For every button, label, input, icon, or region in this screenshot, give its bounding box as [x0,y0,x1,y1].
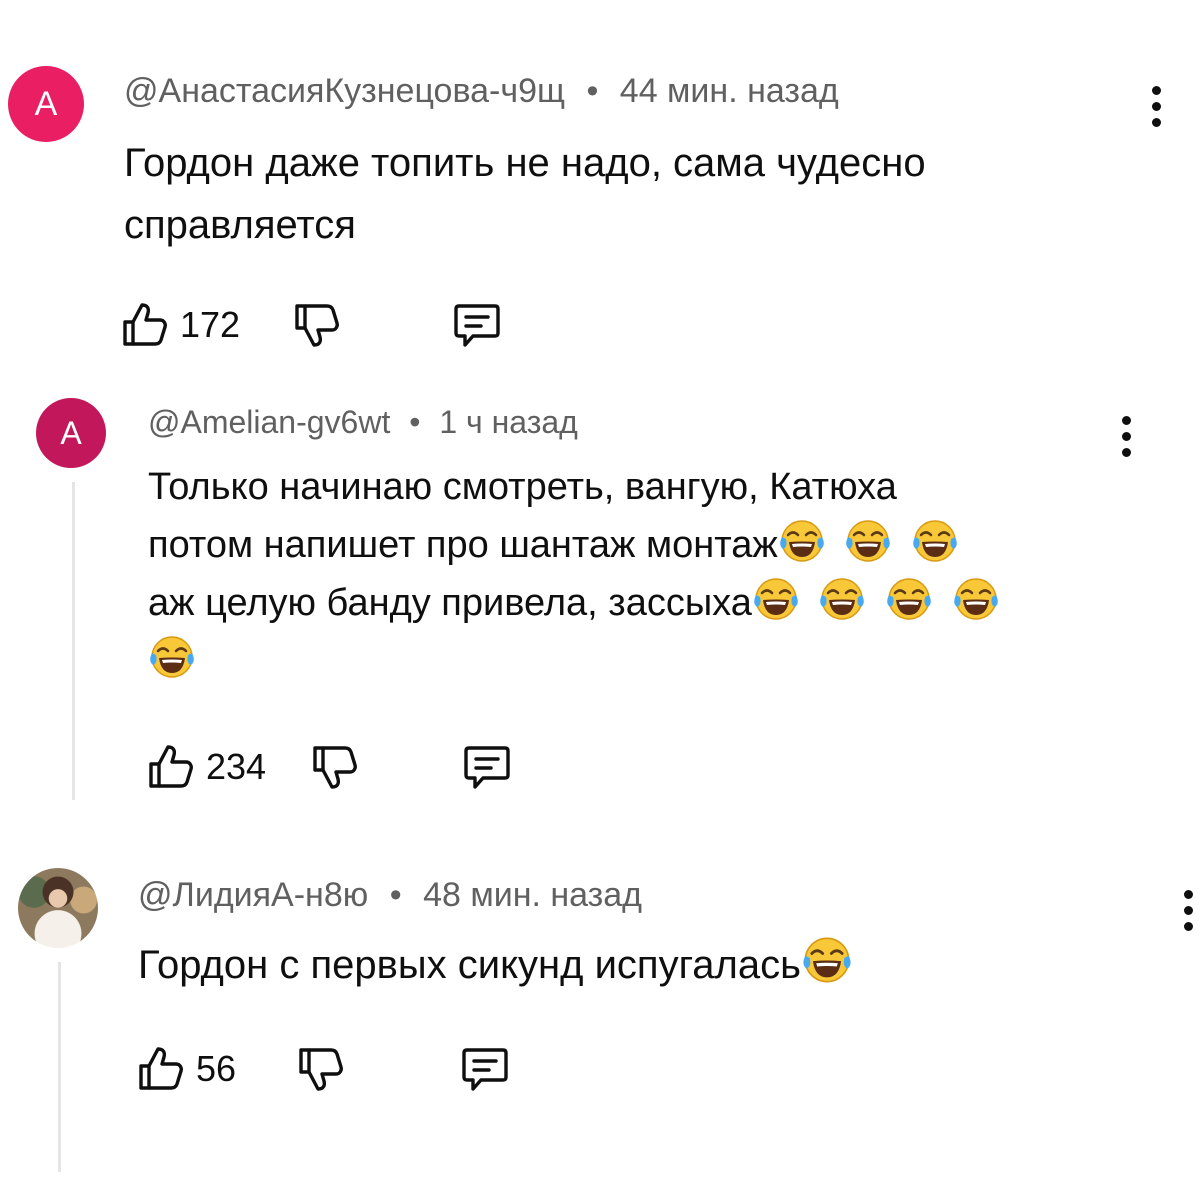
tears-of-joy-emoji [885,577,933,621]
reply-button[interactable] [450,300,504,350]
tears-of-joy-emoji [752,577,799,621]
thumbs-down-icon [299,1048,344,1091]
reply-button[interactable] [458,1044,512,1094]
comment-text-line [148,632,1000,690]
more-vert-icon [1151,86,1161,95]
comment-meta: @Amelian-gv6wt • 1 ч назад [148,404,578,441]
thread-line [58,962,61,1172]
more-options-button[interactable] [1178,890,1198,931]
like-count: 172 [180,304,241,345]
dislike-button[interactable] [296,1044,346,1094]
comment-text-line: потом напишет про шантаж монтаж [148,516,1000,574]
tears-of-joy-emoji [819,577,866,621]
comment-text: Гордон даже топить не надо, сама чудесно… [124,132,926,256]
comment-meta: @ЛидияА-н8ю • 48 мин. назад [138,876,642,915]
author-name[interactable]: @Amelian-gv6wt [148,404,390,440]
avatar[interactable]: A [8,66,84,142]
reply-comment-icon [454,304,500,347]
avatar-letter: A [34,84,58,123]
comment-text-line: Гордон с первых сикунд испугалась [138,934,853,994]
thumbs-down-icon [313,746,358,789]
like-count: 56 [196,1048,237,1089]
more-vert-icon [1121,416,1131,425]
like-button[interactable]: 234 [146,742,266,792]
reply-comment-icon [462,1048,508,1091]
tears-of-joy-emoji [801,936,852,984]
avatar-letter: A [60,414,82,451]
tears-of-joy-emoji [952,577,999,621]
comment-2: A @Amelian-gv6wt • 1 ч назад Только начи… [0,380,1200,810]
timestamp[interactable]: 44 мин. назад [620,72,839,110]
comment-text-line: Только начинаю смотреть, вангую, Катюха [148,466,897,508]
like-button[interactable]: 172 [120,300,240,350]
thread-line [72,482,75,800]
reply-button[interactable] [460,742,514,792]
comment-actions: 172 [120,300,504,350]
comment-actions: 56 [136,1044,512,1094]
thumbs-up-icon [123,303,167,346]
meta-separator: • [409,404,421,440]
reply-comment-icon [464,746,510,789]
comment-text: Гордон с первых сикунд испугалась [138,934,853,994]
dislike-button[interactable] [292,300,342,350]
tears-of-joy-emoji [911,519,958,563]
avatar[interactable]: A [36,398,106,468]
comment-text-line: справляется [124,203,356,247]
comment-3: @ЛидияА-н8ю • 48 мин. назад Гордон с пер… [0,850,1200,1190]
comment-meta: @АнастасияКузнецова-ч9щ • 44 мин. назад [124,72,839,111]
tears-of-joy-emoji [845,519,892,563]
dislike-button[interactable] [310,742,360,792]
thumbs-down-icon [295,304,340,347]
comment-text: Только начинаю смотреть, вангую, Катюха … [148,458,1000,690]
timestamp[interactable]: 48 мин. назад [423,876,642,914]
comment-1: A @АнастасияКузнецова-ч9щ • 44 мин. наза… [0,0,1200,380]
tears-of-joy-emoji [148,635,196,679]
more-options-button[interactable] [1146,86,1166,127]
author-name[interactable]: @ЛидияА-н8ю [138,876,368,914]
comment-actions: 234 [146,742,514,792]
like-button[interactable]: 56 [136,1044,236,1094]
thumbs-up-icon [149,745,193,788]
author-name[interactable]: @АнастасияКузнецова-ч9щ [124,72,565,110]
comment-text-line: аж целую банду привела, зассыха [148,574,1000,632]
timestamp[interactable]: 1 ч назад [439,404,578,440]
more-options-button[interactable] [1116,416,1136,457]
like-count: 234 [206,746,267,787]
avatar[interactable] [18,868,98,948]
meta-separator: • [586,72,599,110]
meta-separator: • [389,876,402,914]
comment-text-line: Гордон даже топить не надо, сама чудесно [124,141,926,185]
more-vert-icon [1183,890,1193,899]
tears-of-joy-emoji [778,519,825,563]
thumbs-up-icon [139,1047,183,1090]
